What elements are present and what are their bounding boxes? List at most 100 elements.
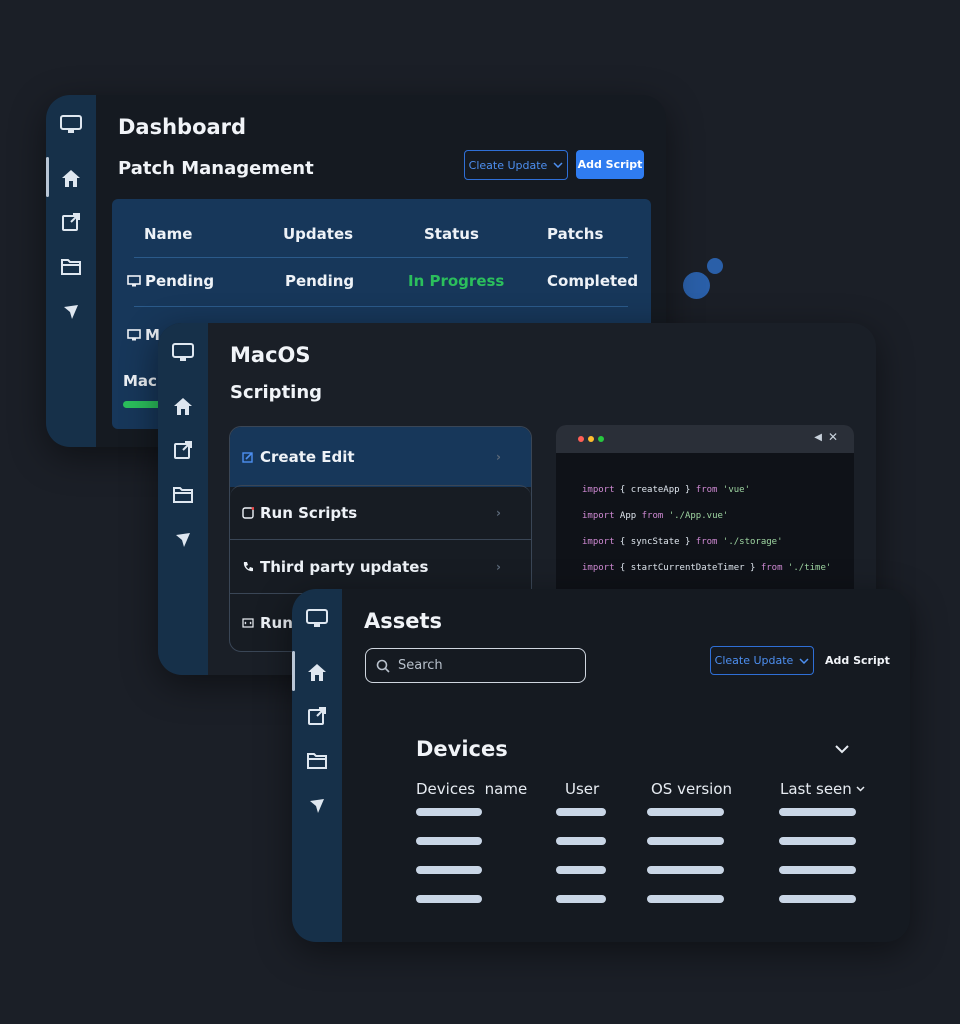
send-icon[interactable]: [171, 528, 195, 552]
chevron-down-icon: [856, 786, 865, 792]
create-update-label: Cleate Update: [714, 654, 794, 667]
column-header-patchs: Patchs: [547, 225, 604, 243]
folder-icon[interactable]: [305, 748, 329, 772]
chevron-right-icon: ›: [496, 505, 501, 520]
divider: [134, 306, 628, 307]
maximize-dot[interactable]: [598, 436, 604, 442]
decorative-bubble-small: [707, 258, 723, 274]
column-header-device-name[interactable]: Devices name: [416, 780, 527, 798]
code-line: import { createApp } from 'vue': [582, 485, 750, 495]
placeholder-cell: [647, 837, 724, 845]
code-line: import { syncState } from './storage': [582, 537, 783, 547]
code-window-icon: [242, 617, 254, 628]
decorative-bubble-large: [683, 272, 710, 299]
close-icon[interactable]: ✕: [828, 430, 838, 444]
add-script-button[interactable]: Add Script: [576, 150, 644, 179]
square-icon: [242, 506, 254, 519]
phone-icon: [243, 561, 253, 571]
monitor-icon[interactable]: [305, 607, 329, 631]
external-link-icon[interactable]: [171, 438, 195, 462]
external-link-icon[interactable]: [59, 210, 83, 234]
divider: [134, 257, 628, 258]
placeholder-cell: [779, 837, 856, 845]
placeholder-cell: [556, 808, 606, 816]
chevron-down-icon: [799, 657, 809, 664]
placeholder-cell: [647, 808, 724, 816]
send-icon[interactable]: [59, 300, 83, 324]
table-row-name[interactable]: Pending: [127, 272, 214, 290]
column-header-status: Status: [424, 225, 479, 243]
page-title: Assets: [364, 609, 443, 633]
send-icon[interactable]: [305, 794, 329, 818]
placeholder-cell: [416, 895, 482, 903]
placeholder-cell: [779, 866, 856, 874]
monitor-icon[interactable]: [171, 341, 195, 365]
create-update-label: Cleate Update: [468, 158, 548, 172]
folder-icon[interactable]: [171, 482, 195, 506]
menu-item-run-scripts[interactable]: Run Scripts ›: [230, 485, 531, 539]
chevron-down-icon: [553, 162, 563, 168]
close-dot[interactable]: [578, 436, 584, 442]
column-header-name: Name: [144, 225, 193, 243]
assets-window: Assets Search Cleate Update Add Script D…: [292, 589, 910, 942]
column-header-user[interactable]: User: [565, 780, 599, 798]
placeholder-cell: [556, 837, 606, 845]
placeholder-cell: [779, 895, 856, 903]
folder-icon[interactable]: [59, 254, 83, 278]
menu-item-label: Create Edit: [260, 448, 355, 466]
progress-bar: [123, 401, 163, 408]
sidebar: [292, 589, 342, 942]
row-updates: Pending: [285, 272, 355, 290]
placeholder-cell: [647, 895, 724, 903]
partial-row-label: Mac: [123, 372, 157, 390]
page-title: Dashboard: [118, 115, 247, 139]
home-icon[interactable]: [305, 660, 329, 684]
column-header-updates: Updates: [283, 225, 354, 243]
page-title: MacOS: [230, 343, 311, 367]
placeholder-cell: [416, 866, 482, 874]
column-header-last-seen[interactable]: Last seen: [780, 780, 865, 798]
section-subtitle: Scripting: [230, 382, 323, 403]
sidebar: [158, 323, 208, 675]
last-seen-label: Last seen: [780, 780, 852, 798]
placeholder-cell: [416, 808, 482, 816]
search-icon: [376, 659, 390, 673]
monitor-icon: [127, 329, 141, 341]
minimize-dot[interactable]: [588, 436, 594, 442]
monitor-icon[interactable]: [59, 113, 83, 137]
editor-titlebar: ◀ ✕: [556, 425, 854, 453]
menu-item-third-party[interactable]: Third party updates ›: [230, 539, 531, 593]
menu-item-label: Run: [260, 613, 293, 632]
sidebar-active-indicator: [46, 157, 49, 197]
add-script-button[interactable]: Add Script: [825, 654, 890, 667]
collapse-icon[interactable]: ◀: [814, 432, 822, 443]
menu-item-create-edit[interactable]: Create Edit ›: [230, 427, 531, 487]
devices-heading: Devices: [416, 737, 508, 761]
create-update-dropdown[interactable]: Cleate Update: [710, 646, 814, 675]
sidebar: [46, 95, 96, 447]
row-patchs: Completed: [547, 272, 639, 290]
menu-item-label: Run Scripts: [260, 503, 358, 522]
edit-icon: [242, 452, 253, 463]
chevron-right-icon: ›: [496, 450, 501, 464]
home-icon[interactable]: [171, 394, 195, 418]
sidebar-active-indicator: [292, 651, 295, 691]
search-input[interactable]: Search: [365, 648, 586, 683]
placeholder-cell: [556, 895, 606, 903]
monitor-icon: [127, 275, 141, 287]
create-update-dropdown[interactable]: Cleate Update: [464, 150, 568, 180]
row-name-text: Pending: [145, 272, 215, 290]
chevron-right-icon: ›: [496, 559, 501, 574]
section-subtitle: Patch Management: [118, 158, 314, 179]
chevron-down-icon[interactable]: [835, 745, 849, 754]
placeholder-cell: [779, 808, 856, 816]
code-line: import App from './App.vue': [582, 511, 729, 521]
home-icon[interactable]: [59, 166, 83, 190]
placeholder-cell: [416, 837, 482, 845]
external-link-icon[interactable]: [305, 704, 329, 728]
table-row-name[interactable]: M: [127, 326, 160, 344]
search-placeholder: Search: [398, 658, 443, 673]
column-header-os-version[interactable]: OS version: [651, 780, 732, 798]
row-status: In Progress: [408, 272, 505, 290]
menu-item-label: Third party updates: [260, 557, 429, 576]
